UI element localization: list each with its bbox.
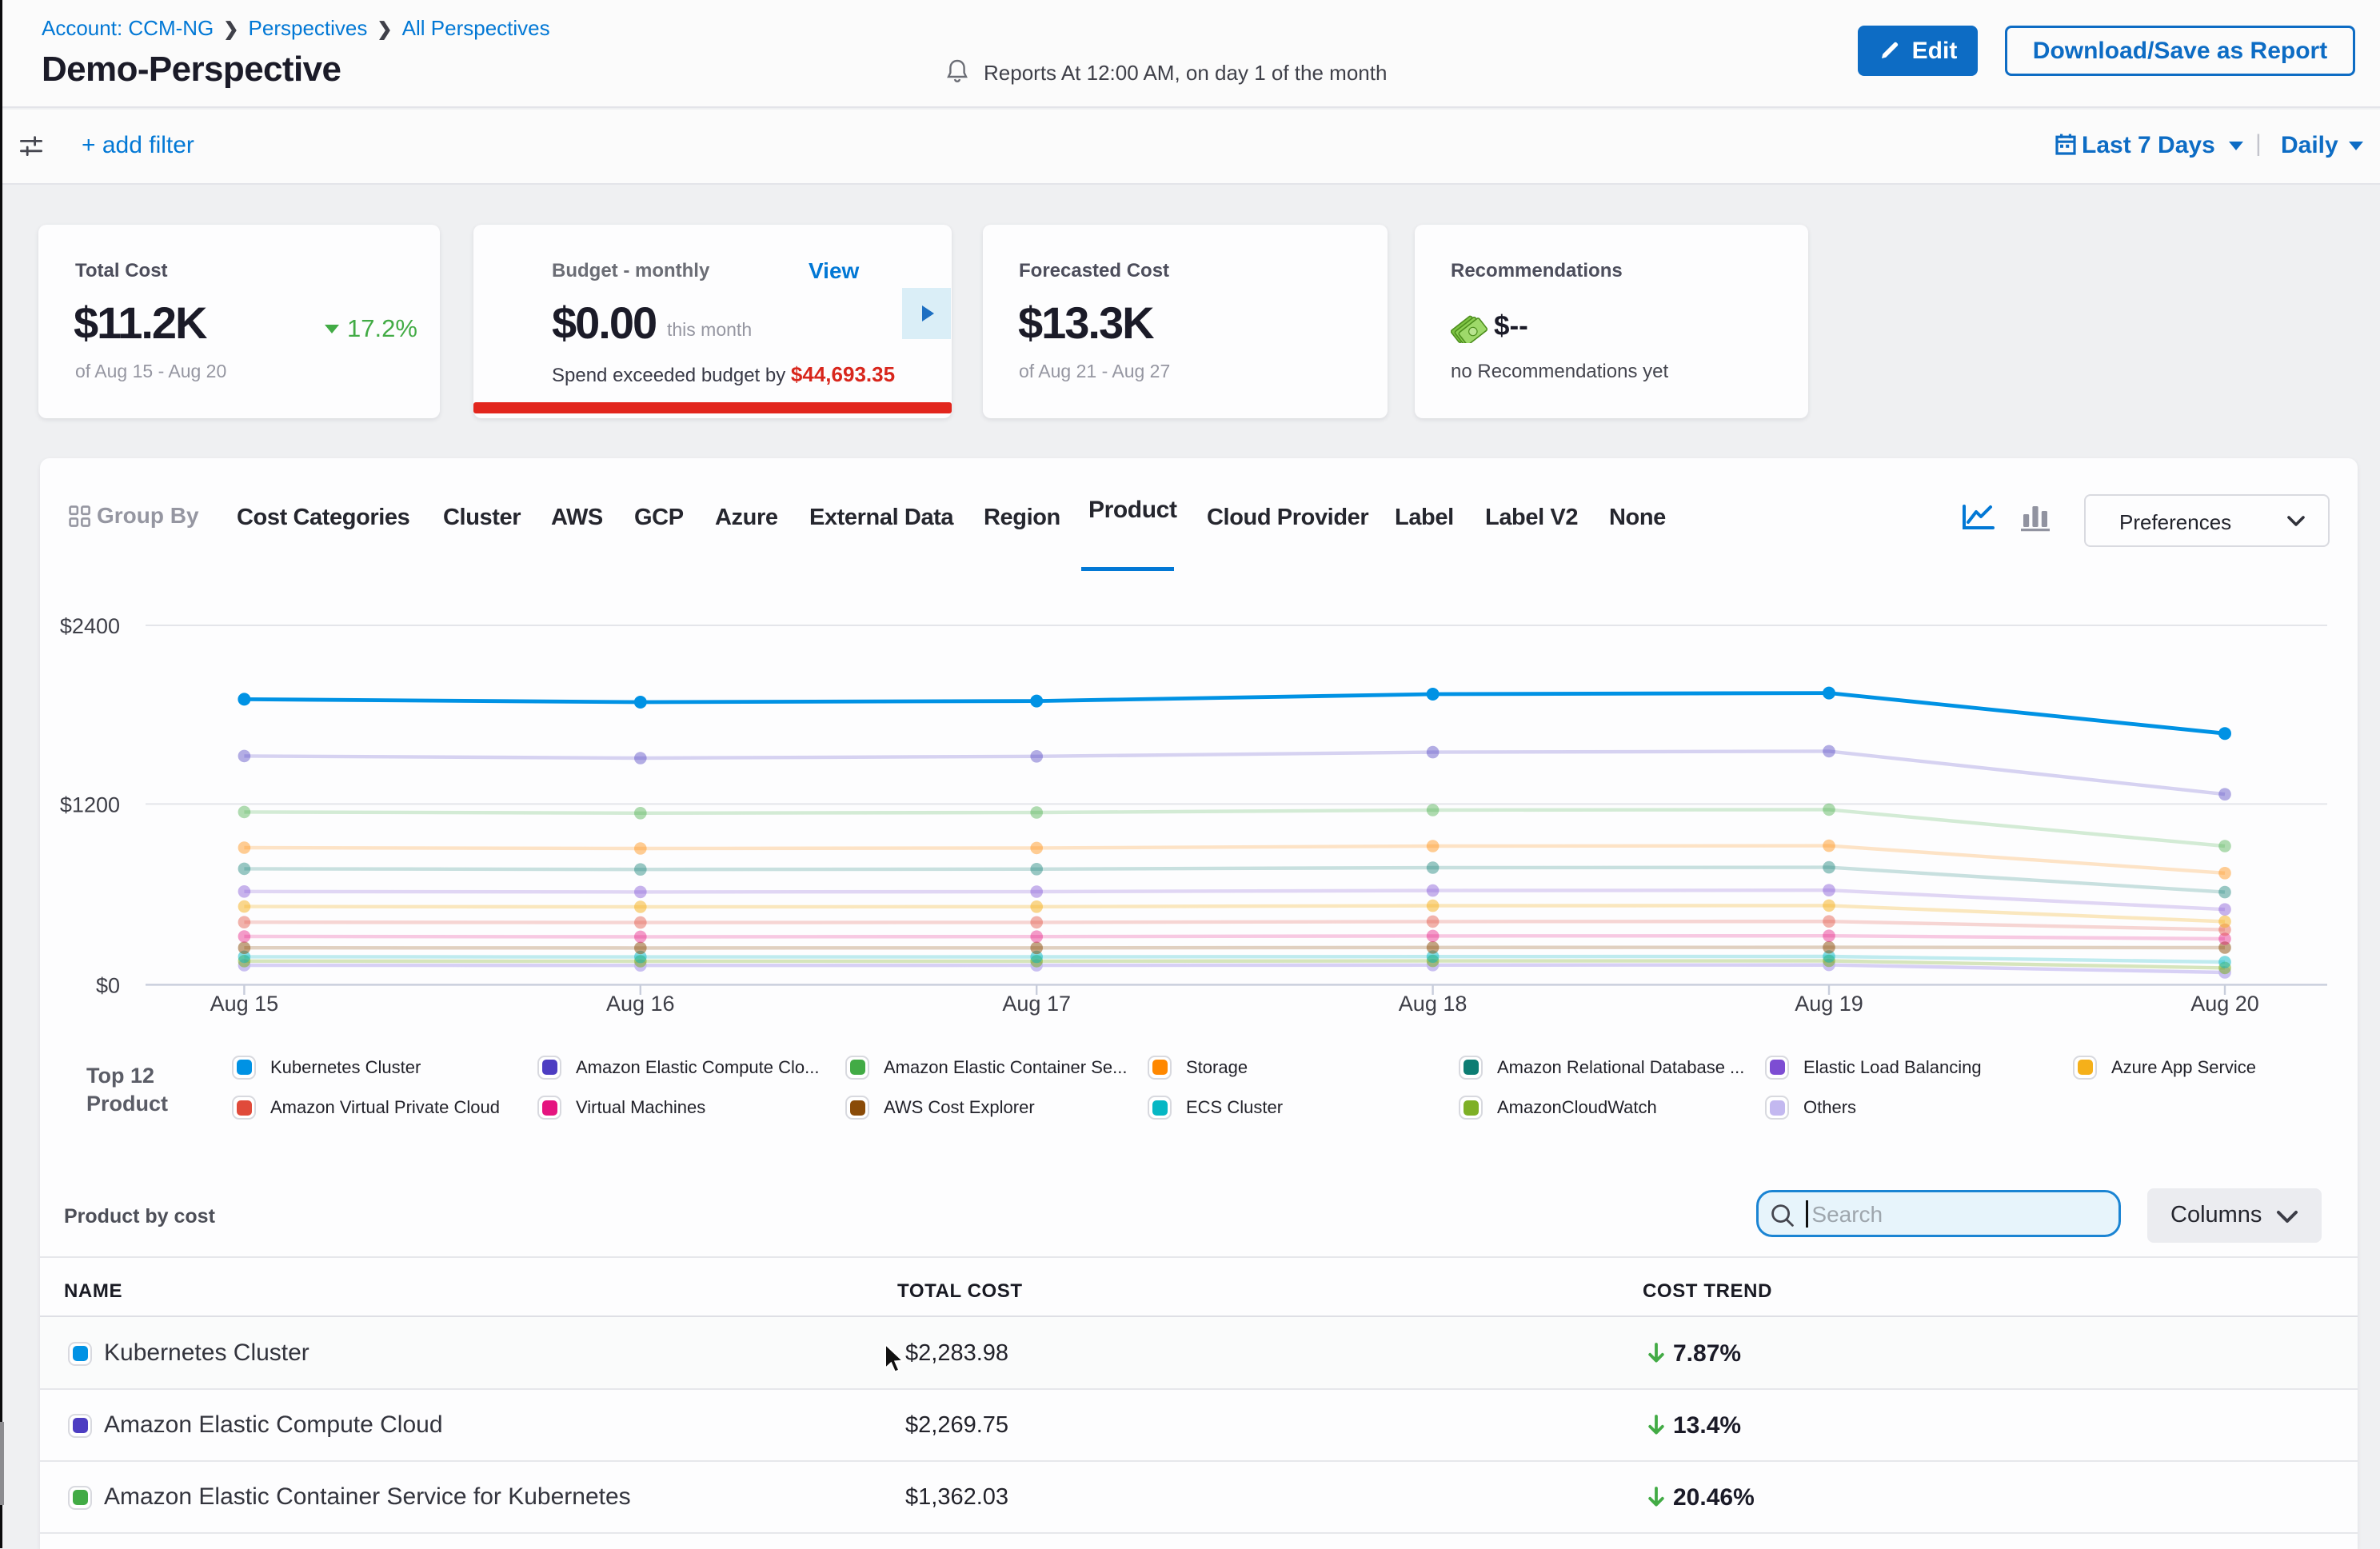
svg-text:Aug 20: Aug 20 [2190,992,2259,1016]
svg-text:Aug 19: Aug 19 [1795,992,1863,1016]
svg-text:$1200: $1200 [60,792,120,816]
svg-text:$2400: $2400 [60,614,120,638]
svg-text:Aug 16: Aug 16 [606,992,675,1016]
svg-text:Aug 17: Aug 17 [1002,992,1071,1016]
svg-text:$0: $0 [96,973,120,997]
svg-text:Aug 18: Aug 18 [1399,992,1468,1016]
svg-text:Aug 15: Aug 15 [210,992,279,1016]
